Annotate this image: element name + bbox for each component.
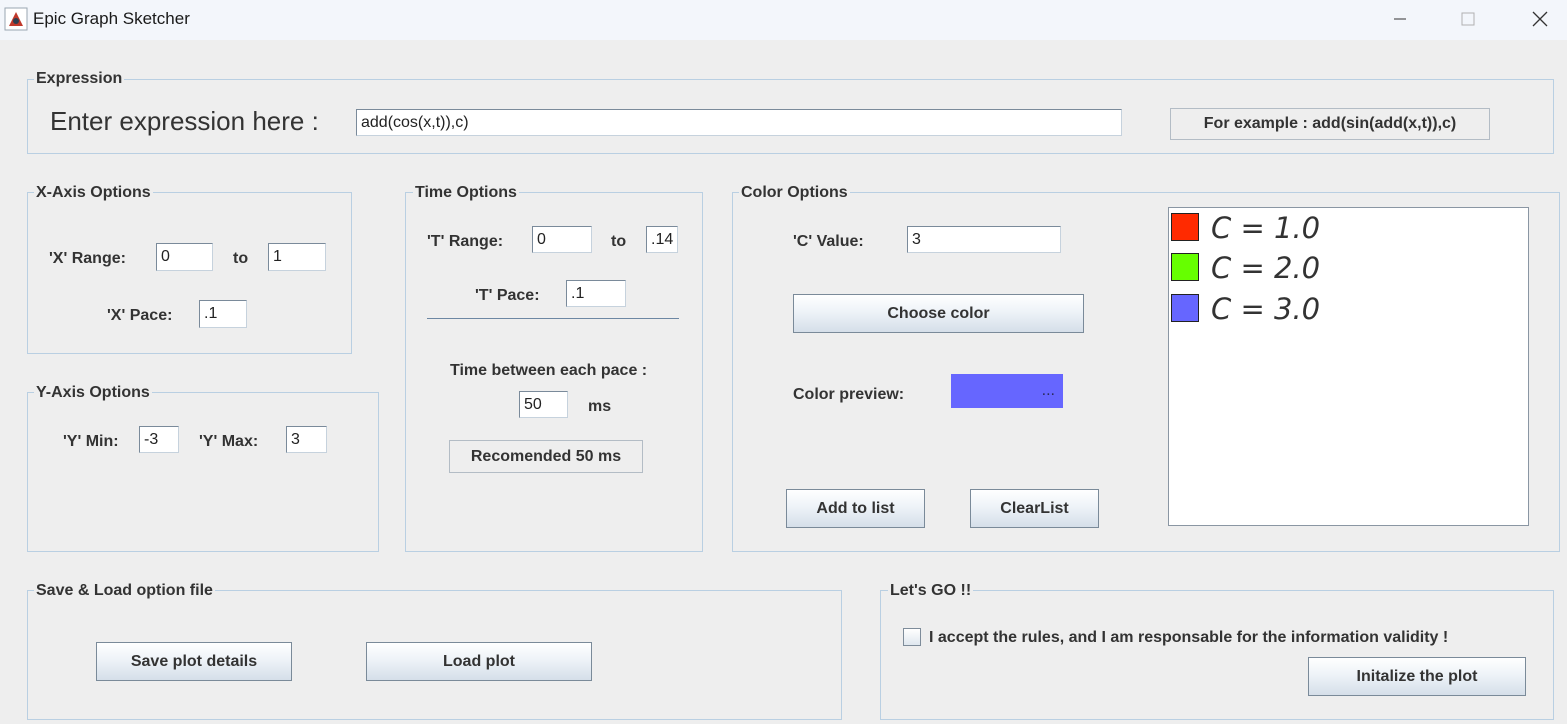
minimize-button[interactable] [1377, 4, 1423, 34]
t-range-from-input[interactable] [532, 226, 592, 253]
time-between-label: Time between each pace : [450, 362, 648, 379]
y-max-label: 'Y' Max: [199, 433, 259, 450]
t-pace-input[interactable] [566, 280, 626, 307]
c-value-label: 'C' Value: [793, 233, 864, 250]
x-range-label: 'X' Range: [49, 250, 126, 267]
go-group [880, 590, 1554, 720]
time-unit-label: ms [588, 398, 612, 415]
list-item-text: C = 2.0 [1211, 251, 1321, 285]
t-range-label: 'T' Range: [427, 233, 504, 250]
color-preview-dots: ... [1041, 382, 1055, 399]
close-button[interactable] [1517, 4, 1563, 34]
list-item-swatch [1171, 213, 1199, 241]
y-max-input[interactable] [286, 426, 327, 453]
load-plot-button[interactable]: Load plot [366, 642, 592, 681]
y-axis-group-title: Y-Axis Options [34, 384, 152, 402]
color-preview-label: Color preview: [793, 386, 905, 403]
color-list[interactable]: C = 1.0 C = 2.0 C = 3.0 [1168, 207, 1529, 526]
list-item-text: C = 3.0 [1211, 292, 1321, 326]
x-axis-group [27, 192, 352, 354]
y-min-label: 'Y' Min: [63, 433, 119, 450]
x-range-from-input[interactable] [156, 243, 213, 271]
x-pace-input[interactable] [199, 300, 247, 328]
close-icon [1532, 11, 1548, 27]
x-range-to-input[interactable] [268, 243, 326, 271]
color-preview-swatch[interactable]: ... [951, 374, 1063, 408]
t-range-to-input[interactable] [646, 226, 678, 253]
time-separator [427, 318, 679, 319]
accept-checkbox[interactable] [903, 628, 921, 646]
list-item-swatch [1171, 294, 1199, 322]
y-axis-group [27, 392, 379, 552]
c-value-input[interactable] [907, 226, 1061, 253]
list-item-swatch [1171, 253, 1199, 281]
example-button[interactable]: For example : add(sin(add(x,t)),c) [1170, 108, 1490, 140]
title-bar: Epic Graph Sketcher [0, 0, 1567, 40]
maximize-button[interactable] [1445, 4, 1491, 34]
t-pace-label: 'T' Pace: [475, 287, 540, 304]
accept-label: I accept the rules, and I am responsable… [929, 629, 1449, 646]
initialize-plot-button[interactable]: Initalize the plot [1308, 657, 1526, 696]
list-item-text: C = 1.0 [1211, 211, 1321, 245]
expression-prompt: Enter expression here : [50, 106, 319, 136]
color-group-title: Color Options [739, 184, 850, 202]
save-plot-button[interactable]: Save plot details [96, 642, 292, 681]
x-range-to-label: to [233, 250, 249, 267]
clear-list-button[interactable]: ClearList [970, 489, 1099, 528]
go-group-title: Let's GO !! [888, 582, 974, 600]
time-group-title: Time Options [413, 184, 519, 202]
t-range-to-label: to [611, 233, 627, 250]
window-title: Epic Graph Sketcher [33, 9, 190, 28]
time-between-input[interactable] [519, 391, 568, 418]
x-axis-group-title: X-Axis Options [34, 184, 153, 202]
minimize-icon [1394, 18, 1406, 20]
x-pace-label: 'X' Pace: [107, 307, 173, 324]
recommended-button[interactable]: Recomended 50 ms [449, 440, 643, 473]
expression-group-title: Expression [34, 70, 125, 88]
choose-color-button[interactable]: Choose color [793, 294, 1084, 333]
java-app-icon [4, 7, 28, 31]
y-min-input[interactable] [139, 426, 179, 453]
expression-input[interactable] [356, 109, 1122, 136]
add-to-list-button[interactable]: Add to list [786, 489, 925, 528]
maximize-icon [1461, 12, 1475, 26]
save-load-group-title: Save & Load option file [34, 582, 215, 600]
